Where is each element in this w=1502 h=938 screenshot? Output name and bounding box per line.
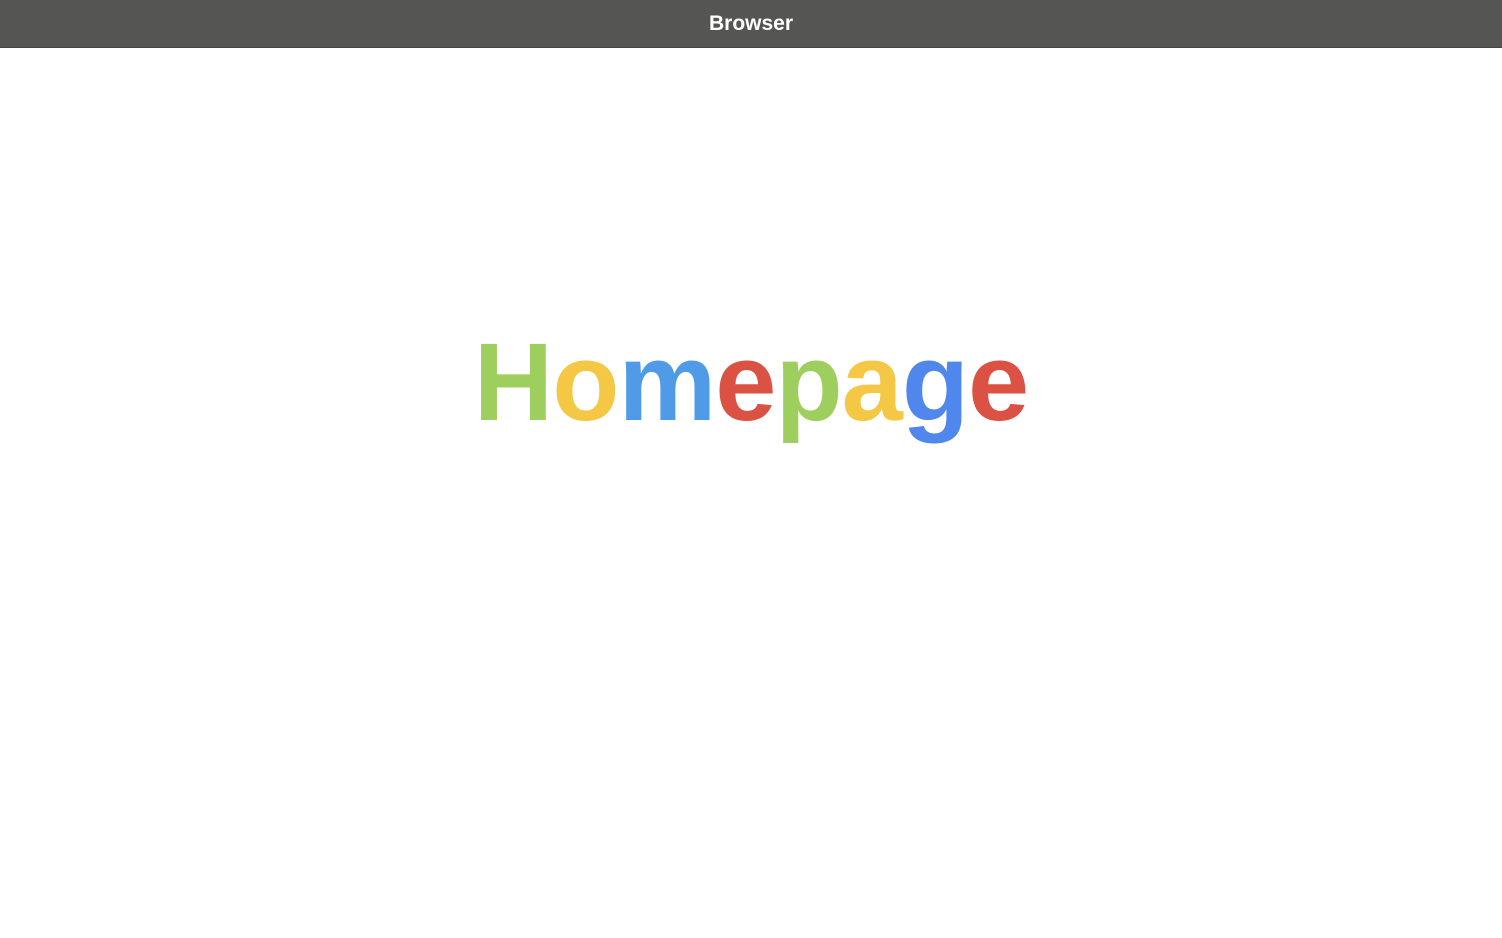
- logo-letter: a: [841, 321, 903, 444]
- logo-letter: o: [552, 321, 619, 444]
- logo-letter: H: [473, 321, 553, 444]
- logo-letter: e: [968, 321, 1029, 444]
- logo-letter: p: [775, 321, 842, 444]
- logo-letter: g: [901, 321, 969, 444]
- logo-letter: m: [618, 321, 716, 444]
- logo-letter: e: [715, 321, 776, 444]
- homepage-logo: Homepage: [0, 318, 1502, 448]
- window-title-bar: Browser: [0, 0, 1502, 48]
- window-title: Browser: [708, 11, 794, 35]
